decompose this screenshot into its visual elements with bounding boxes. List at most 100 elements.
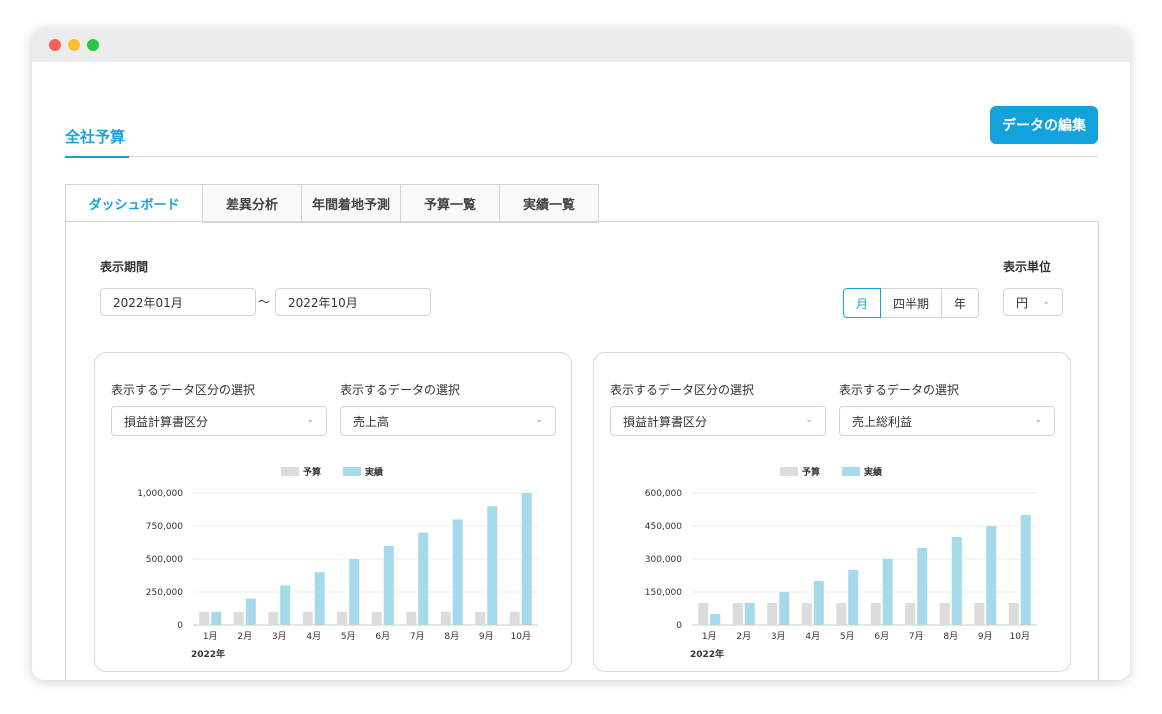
legend-label: 予算	[303, 466, 321, 478]
tab-variance-analysis[interactable]: 差異分析	[203, 184, 302, 223]
actual-bar	[280, 585, 291, 625]
x-axis-year-label: 2022年	[191, 648, 225, 660]
actual-bar	[986, 526, 997, 625]
sales-bar-chart: 予算 実績 0 250,000 500,000 750,000 1,000,000 1月 2月 3…	[137, 466, 538, 660]
unit-quarter-option[interactable]: 四半期	[881, 288, 942, 318]
chevron-down-icon: ⌄	[1042, 297, 1050, 307]
legend-swatch	[343, 467, 361, 476]
page-title: 全社予算	[65, 128, 126, 146]
x-tick-label: 7月	[909, 631, 924, 642]
x-tick-label: 6月	[375, 631, 390, 642]
x-tick-label: 9月	[479, 631, 494, 642]
y-tick-label: 750,000	[146, 522, 183, 532]
x-tick-label: 2月	[736, 631, 751, 642]
y-tick-label: 500,000	[146, 555, 183, 565]
actual-bar	[245, 598, 256, 625]
period-unit-toggle: 月 四半期 年	[843, 288, 979, 318]
maximize-window-icon[interactable]	[87, 39, 99, 51]
close-window-icon[interactable]	[49, 39, 61, 51]
legend-swatch	[780, 467, 798, 476]
x-tick-label: 5月	[341, 631, 356, 642]
y-tick-label: 600,000	[645, 489, 682, 499]
currency-value: 円	[1016, 295, 1029, 310]
y-tick-label: 300,000	[645, 555, 682, 565]
actual-bar	[917, 548, 928, 625]
budget-bar	[233, 611, 244, 625]
x-tick-label: 2月	[237, 631, 252, 642]
budget-bar	[836, 603, 847, 625]
budget-bar	[268, 611, 279, 625]
x-tick-label: 6月	[874, 631, 889, 642]
budget-bar	[767, 603, 778, 625]
actual-bar	[779, 592, 790, 625]
unit-year-option[interactable]: 年	[942, 288, 979, 318]
legend-label: 実績	[365, 466, 383, 478]
actual-bar	[383, 545, 394, 625]
x-tick-label: 1月	[702, 631, 717, 642]
budget-bar	[302, 611, 313, 625]
actual-bar	[211, 611, 222, 625]
tab-annual-forecast[interactable]: 年間着地予測	[302, 184, 401, 223]
budget-bar	[199, 611, 210, 625]
x-tick-label: 4月	[805, 631, 820, 642]
gross-profit-bar-chart: 予算 実績 0 150,000 300,000 450,000 600,000 1月 2月 3月 4…	[645, 466, 1037, 660]
period-tilde: 〜	[258, 295, 271, 309]
unit-label: 表示単位	[1003, 260, 1052, 274]
tab-actual-list[interactable]: 実績一覧	[500, 184, 599, 223]
budget-bar	[801, 603, 812, 625]
budget-bar	[939, 603, 950, 625]
unit-month-option[interactable]: 月	[843, 288, 881, 318]
budget-bar	[337, 611, 348, 625]
x-tick-label: 5月	[840, 631, 855, 642]
y-tick-label: 0	[177, 621, 183, 631]
x-tick-label: 4月	[306, 631, 321, 642]
actual-bar	[951, 537, 962, 625]
x-tick-label: 7月	[410, 631, 425, 642]
period-label: 表示期間	[100, 260, 149, 274]
budget-bar	[475, 611, 486, 625]
budget-bar	[905, 603, 916, 625]
chart-legend: 予算 実績	[780, 466, 882, 478]
chart-card-sales: 表示するデータ区分の選択 表示するデータの選択 損益計算書区分 ⌄ 売上高 ⌄ …	[94, 352, 572, 672]
actual-bar	[744, 603, 755, 625]
x-tick-label: 1月	[203, 631, 218, 642]
budget-bar	[732, 603, 743, 625]
budget-bar	[974, 603, 985, 625]
chart-card-gross-profit: 表示するデータ区分の選択 表示するデータの選択 損益計算書区分 ⌄ 売上総利益 …	[593, 352, 1071, 672]
app-window: 全社予算 データの編集 ダッシュボード 差異分析 年間着地予測 予算一覧 実績一…	[32, 28, 1130, 680]
x-tick-label: 9月	[978, 631, 993, 642]
x-tick-label: 8月	[943, 631, 958, 642]
tab-dashboard[interactable]: ダッシュボード	[65, 184, 203, 223]
budget-bar	[870, 603, 881, 625]
actual-bar	[452, 519, 463, 625]
tab-budget-list[interactable]: 予算一覧	[401, 184, 500, 223]
actual-bar	[521, 493, 532, 625]
budget-bar	[509, 611, 520, 625]
actual-bar	[1020, 515, 1031, 625]
x-axis-year-label: 2022年	[690, 648, 724, 660]
y-tick-label: 250,000	[146, 588, 183, 598]
edit-data-button[interactable]: データの編集	[990, 106, 1098, 144]
actual-bar	[418, 532, 429, 625]
title-underline	[65, 156, 129, 158]
budget-bar	[698, 603, 709, 625]
x-tick-label: 10月	[1010, 631, 1030, 642]
tab-bar: ダッシュボード 差異分析 年間着地予測 予算一覧 実績一覧	[65, 184, 599, 223]
actual-bar	[314, 572, 325, 625]
period-end-field[interactable]: 2022年10月	[275, 288, 431, 316]
currency-select[interactable]: 円 ⌄	[1003, 288, 1063, 316]
budget-bar	[1008, 603, 1019, 625]
y-tick-label: 0	[676, 621, 682, 631]
legend-label: 予算	[802, 466, 820, 478]
actual-bar	[710, 614, 721, 625]
period-start-field[interactable]: 2022年01月	[100, 288, 256, 316]
actual-bar	[813, 581, 824, 625]
budget-bar	[440, 611, 451, 625]
minimize-window-icon[interactable]	[68, 39, 80, 51]
chart-legend: 予算 実績	[281, 466, 383, 478]
y-tick-label: 450,000	[645, 522, 682, 532]
actual-bar	[848, 570, 859, 625]
actual-bar	[349, 559, 360, 625]
x-tick-label: 10月	[511, 631, 531, 642]
title-divider	[65, 156, 1098, 157]
